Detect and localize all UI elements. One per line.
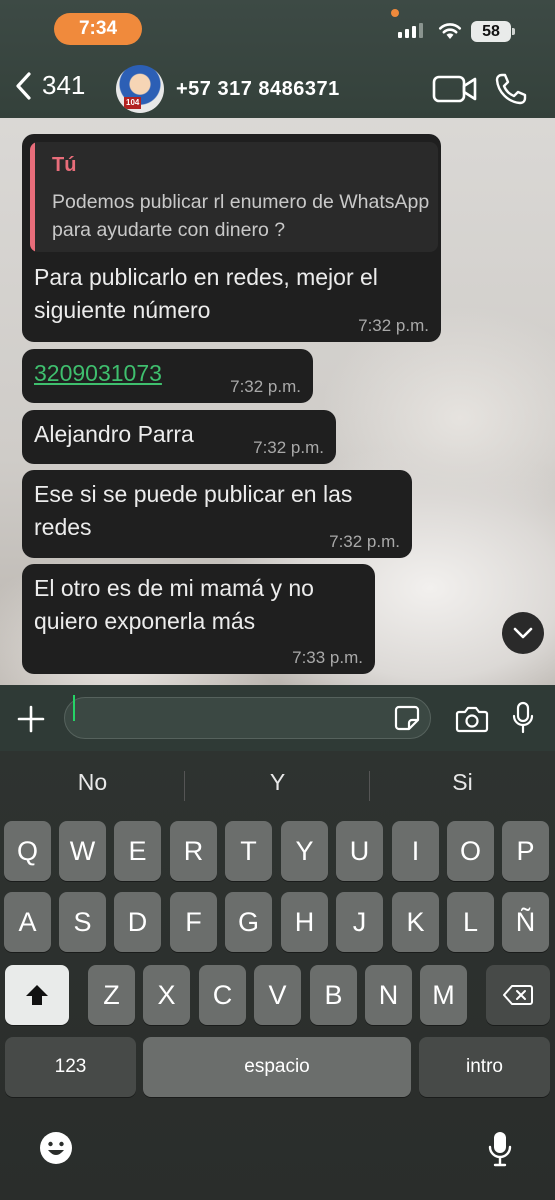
numbers-key[interactable]: 123 (5, 1037, 136, 1097)
message-time: 7:32 p.m. (329, 532, 400, 551)
key[interactable]: I (392, 821, 439, 881)
key[interactable]: C (199, 965, 246, 1025)
message-time: 7:32 p.m. (230, 377, 301, 396)
contact-name[interactable]: +57 317 8486371 (176, 78, 340, 101)
message-bubble[interactable]: Alejandro Parra 7:32 p.m. (22, 410, 336, 464)
message-time: 7:33 p.m. (292, 648, 363, 667)
key[interactable]: Z (88, 965, 135, 1025)
text-cursor (73, 695, 75, 721)
quote-bar (30, 142, 35, 252)
key[interactable]: A (4, 892, 51, 952)
return-key[interactable]: intro (419, 1037, 550, 1097)
shift-icon (26, 985, 48, 1005)
key[interactable]: D (114, 892, 161, 952)
status-time: 7:34 (54, 13, 142, 45)
message-time: 7:32 p.m. (358, 316, 429, 335)
message-bubble[interactable]: Tú Podemos publicar rl enumero de WhatsA… (22, 134, 441, 342)
key[interactable]: P (502, 821, 549, 881)
message-bubble[interactable]: Ese si se puede publicar en las redes 7:… (22, 470, 412, 558)
avatar-badge: 104 (124, 97, 142, 109)
backspace-icon (503, 985, 533, 1005)
message-input[interactable] (64, 697, 431, 739)
chat-header: 7:34 58 341 104 +57 317 8486371 (0, 0, 555, 118)
battery-indicator: 58 (471, 21, 515, 42)
suggestion-item[interactable]: Y (185, 769, 370, 796)
space-key[interactable]: espacio (143, 1037, 411, 1097)
avatar[interactable]: 104 (116, 65, 164, 113)
wifi-icon (438, 23, 462, 39)
plus-icon[interactable] (17, 705, 45, 733)
message-text: Alejandro Parra (34, 421, 194, 447)
dictation-microphone-icon[interactable] (487, 1130, 513, 1168)
key[interactable]: V (254, 965, 301, 1025)
key[interactable]: Q (4, 821, 51, 881)
chevron-left-icon (16, 71, 31, 100)
key[interactable]: T (225, 821, 272, 881)
unread-count: 341 (42, 70, 86, 100)
camera-icon[interactable] (455, 705, 489, 733)
message-text: El otro es de mi mamá y no quiero expone… (34, 575, 314, 634)
key[interactable]: X (143, 965, 190, 1025)
chat-area[interactable]: Tú Podemos publicar rl enumero de WhatsA… (0, 118, 555, 685)
video-call-icon[interactable] (432, 74, 478, 104)
key[interactable]: S (59, 892, 106, 952)
message-bubble[interactable]: 3209031073 7:32 p.m. (22, 349, 313, 403)
key[interactable]: M (420, 965, 467, 1025)
key[interactable]: Y (281, 821, 328, 881)
recording-dot-icon (391, 9, 399, 17)
suggestion-bar: No Y Si (0, 751, 555, 813)
scroll-down-button[interactable] (502, 612, 544, 654)
cellular-signal-icon (398, 23, 423, 38)
key[interactable]: H (281, 892, 328, 952)
suggestion-item[interactable]: No (0, 769, 185, 796)
key[interactable]: F (170, 892, 217, 952)
key[interactable]: N (365, 965, 412, 1025)
keyboard: No Y Si Q W E R T Y U I O P A S D F G H … (0, 751, 555, 1200)
suggestion-item[interactable]: Si (370, 769, 555, 796)
key[interactable]: E (114, 821, 161, 881)
key[interactable]: U (336, 821, 383, 881)
key[interactable]: G (225, 892, 272, 952)
sticker-icon[interactable] (394, 705, 420, 731)
shift-key[interactable] (5, 965, 69, 1025)
key[interactable]: K (392, 892, 439, 952)
message-time: 7:32 p.m. (253, 438, 324, 457)
message-bubble[interactable]: El otro es de mi mamá y no quiero expone… (22, 564, 375, 674)
chevron-down-icon (513, 627, 533, 639)
key[interactable]: R (170, 821, 217, 881)
backspace-key[interactable] (486, 965, 550, 1025)
emoji-icon[interactable] (38, 1130, 74, 1166)
phone-number-link[interactable]: 3209031073 (34, 357, 162, 390)
key[interactable]: B (310, 965, 357, 1025)
quote-text: Podemos publicar rl enumero de WhatsApp … (52, 191, 430, 241)
quoted-message[interactable]: Tú Podemos publicar rl enumero de WhatsA… (30, 142, 438, 252)
key[interactable]: L (447, 892, 494, 952)
key[interactable]: W (59, 821, 106, 881)
quote-author: Tú (52, 154, 77, 176)
microphone-icon[interactable] (512, 701, 534, 735)
back-button[interactable]: 341 (14, 70, 85, 101)
key[interactable]: Ñ (502, 892, 549, 952)
key[interactable]: O (447, 821, 494, 881)
key[interactable]: J (336, 892, 383, 952)
phone-call-icon[interactable] (494, 72, 528, 106)
